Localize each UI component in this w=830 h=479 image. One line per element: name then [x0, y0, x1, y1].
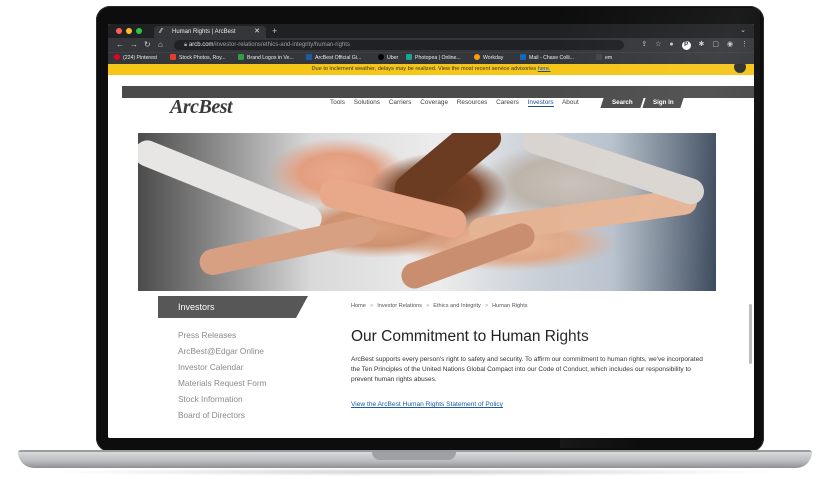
web-page: Due to inclement weather, delays may be … [108, 64, 754, 438]
browser-toolbar-icons: ⇪ ☆ ● P ✱ ▢ ◉ ⋮ [635, 40, 748, 50]
profile-avatar-icon[interactable]: ◉ [727, 41, 733, 48]
extension-dot-icon[interactable]: ● [669, 41, 673, 48]
url-path: /investor-relations/ethics-and-integrity… [213, 42, 350, 48]
nav-investors[interactable]: Investors [527, 99, 554, 107]
puzzle-icon[interactable]: ✱ [699, 41, 705, 48]
sidebar-item-materials-request[interactable]: Materials Request Form [178, 378, 267, 388]
intro-paragraph: ArcBest supports every person's right to… [351, 356, 703, 383]
page-scrollbar[interactable] [749, 304, 752, 364]
breadcrumb-home[interactable]: Home [351, 303, 366, 309]
share-icon[interactable]: ⇪ [641, 41, 647, 48]
nav-about[interactable]: About [562, 99, 579, 106]
hero-arm [518, 133, 708, 208]
browser-toolbar: ← → ↻ ⌂ 🔒︎ arcb.com/investor-relations/e… [108, 38, 754, 52]
nav-solutions[interactable]: Solutions [354, 99, 380, 106]
star-icon[interactable]: ☆ [655, 41, 661, 48]
breadcrumb-separator: > [425, 303, 430, 309]
arcbest-favicon-icon: ⁄⁄ [160, 28, 163, 35]
url-host: arcb.com [188, 42, 214, 48]
page-title: Our Commitment to Human Rights [351, 328, 589, 345]
chevron-down-icon[interactable]: ⌄ [740, 26, 746, 34]
nav-resources[interactable]: Resources [457, 99, 488, 106]
brand-logos-icon [238, 54, 244, 60]
sidebar-item-stock-information[interactable]: Stock Information [178, 394, 243, 404]
browser-tab[interactable]: ⁄⁄ Human Rights | ArcBest ✕ [154, 26, 266, 38]
pinterest-extension-icon[interactable]: P [681, 41, 691, 50]
sidebar-item-press-releases[interactable]: Press Releases [178, 330, 236, 340]
hero-image-stacked-hands [138, 133, 716, 291]
tab-title: Human Rights | ArcBest [172, 29, 236, 35]
window-close-button[interactable] [116, 28, 122, 34]
alert-close-icon[interactable] [734, 64, 746, 73]
breadcrumb-separator: > [369, 303, 374, 309]
sidebar-item-board-of-directors[interactable]: Board of Directors [178, 410, 245, 420]
arcbest-icon [306, 54, 312, 60]
bookmark-uber[interactable]: Uber [378, 53, 398, 64]
sidepanel-icon[interactable]: ▢ [712, 41, 719, 48]
new-tab-icon[interactable]: + [272, 25, 277, 37]
bookmark-arcbest[interactable]: ArcBest Official Gi... [306, 53, 361, 64]
bookmark-photopea[interactable]: Photopea | Online... [406, 53, 461, 64]
bookmark-stock-photos[interactable]: Stock Photos, Roy... [170, 53, 226, 64]
nav-carriers[interactable]: Carriers [389, 99, 412, 106]
policy-link[interactable]: View the ArcBest Human Rights Statement … [351, 401, 503, 408]
laptop-screen: ⁄⁄ Human Rights | ArcBest ✕ + ⌄ ← → ↻ ⌂ … [108, 24, 754, 438]
breadcrumb-human-rights: Human Rights [492, 303, 528, 309]
uber-icon [378, 54, 384, 60]
mail-icon [520, 54, 526, 60]
alert-text: Due to inclement weather, delays may be … [311, 66, 538, 72]
breadcrumb-separator: > [484, 303, 489, 309]
breadcrumb-ethics[interactable]: Ethics and Integrity [433, 303, 481, 309]
bookmark-pinterest[interactable]: (224) Pinterest [114, 53, 157, 64]
photopea-icon [406, 54, 412, 60]
bookmark-em[interactable]: em [596, 53, 612, 64]
bookmark-workday[interactable]: Workday [474, 53, 503, 64]
weather-alert-banner: Due to inclement weather, delays may be … [108, 64, 754, 75]
laptop-opening-notch [372, 452, 456, 460]
reload-icon[interactable]: ↻ [144, 39, 151, 51]
forward-icon[interactable]: → [130, 39, 138, 51]
breadcrumb-investor-relations[interactable]: Investor Relations [377, 303, 422, 309]
bookmark-brand-logos[interactable]: Brand Logos in Ve... [238, 53, 294, 64]
bookmark-chase-mail[interactable]: Mail - Chase Colli... [520, 53, 574, 64]
sidebar-item-investor-calendar[interactable]: Investor Calendar [178, 362, 244, 372]
sidebar-item-edgar-online[interactable]: ArcBest@Edgar Online [178, 346, 264, 356]
image-icon [170, 54, 176, 60]
close-tab-icon[interactable]: ✕ [254, 26, 260, 38]
main-nav: Tools Solutions Carriers Coverage Resour… [330, 98, 586, 108]
browser-tab-bar: ⁄⁄ Human Rights | ArcBest ✕ + ⌄ [108, 24, 754, 38]
pinterest-icon [114, 54, 120, 60]
breadcrumb: Home > Investor Relations > Ethics and Integ… [351, 303, 528, 309]
menu-kebab-icon[interactable]: ⋮ [741, 41, 748, 48]
bookmarks-bar: (224) Pinterest Stock Photos, Roy... Bra… [108, 52, 754, 64]
nav-careers[interactable]: Careers [496, 99, 519, 106]
window-minimize-button[interactable] [126, 28, 132, 34]
workday-icon [474, 54, 480, 60]
nav-tools[interactable]: Tools [330, 99, 345, 106]
folder-icon [596, 54, 602, 60]
search-button[interactable]: Search [600, 98, 644, 108]
sidebar-title: Investors [158, 296, 308, 318]
laptop-shadow [40, 468, 790, 476]
home-icon[interactable]: ⌂ [158, 39, 163, 51]
sign-in-button[interactable]: Sign In [642, 98, 684, 108]
back-icon[interactable]: ← [116, 39, 124, 51]
arcbest-logo[interactable]: ArcBest [170, 96, 233, 119]
alert-link[interactable]: here. [538, 66, 551, 72]
window-maximize-button[interactable] [136, 28, 142, 34]
nav-coverage[interactable]: Coverage [420, 99, 448, 106]
site-header: ArcBest Tools Solutions Carriers Coverag… [108, 96, 754, 124]
address-bar[interactable]: 🔒︎ arcb.com/investor-relations/ethics-an… [174, 40, 624, 50]
hero-arm [138, 136, 326, 236]
